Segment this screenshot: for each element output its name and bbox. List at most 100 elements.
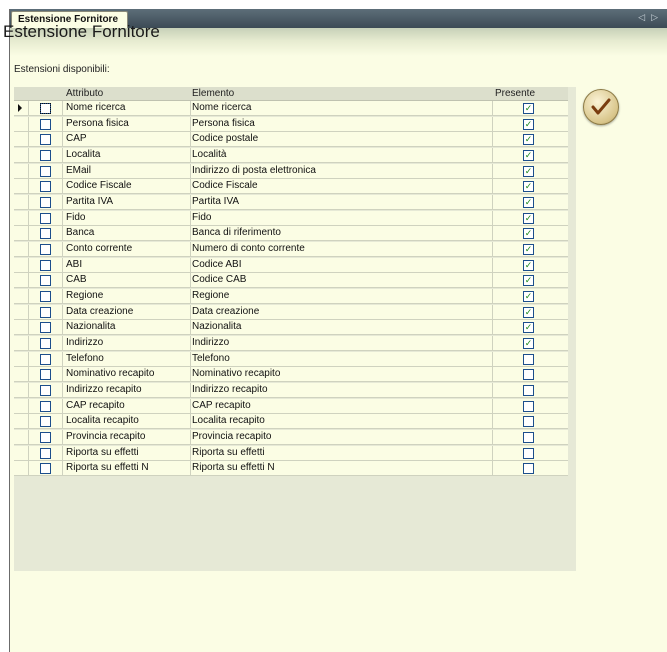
column-header-element[interactable]: Elemento [192,87,234,100]
row-select-checkbox[interactable] [40,385,51,397]
present-checkbox[interactable]: ✓ [523,322,534,334]
table-row[interactable]: Regione Regione ✓ [14,289,568,305]
row-selector[interactable] [14,320,29,335]
table-row[interactable]: Provincia recapito Provincia recapito [14,430,568,446]
row-selector[interactable] [14,101,29,115]
present-checkbox[interactable]: ✓ [523,306,534,318]
table-row[interactable]: Riporta su effetti N Riporta su effetti N [14,461,568,477]
row-selector[interactable] [14,257,29,272]
table-row[interactable]: Fido Fido ✓ [14,210,568,226]
table-row[interactable]: CAP recapito CAP recapito [14,398,568,414]
table-row[interactable]: Telefono Telefono [14,351,568,367]
present-checkbox[interactable]: ✓ [523,118,534,130]
row-select-checkbox[interactable] [40,181,51,193]
confirm-button[interactable] [583,89,619,125]
row-select-checkbox[interactable] [40,322,51,334]
row-selector[interactable] [14,336,29,351]
row-selector[interactable] [14,163,29,178]
row-selector[interactable] [14,445,29,460]
present-checkbox[interactable]: ✓ [523,275,534,287]
table-row[interactable]: Persona fisica Persona fisica ✓ [14,116,568,132]
row-selector[interactable] [14,273,29,288]
table-row[interactable]: Nome ricerca Nome ricerca ✓ [14,101,568,116]
table-row[interactable]: Nazionalita Nazionalita ✓ [14,320,568,336]
present-checkbox[interactable]: ✓ [523,181,534,193]
column-header-attribute[interactable]: Attributo [66,87,103,100]
row-selector[interactable] [14,195,29,210]
present-checkbox[interactable]: ✓ [523,150,534,161]
row-select-checkbox[interactable] [40,244,51,256]
row-selector[interactable] [14,461,29,476]
present-checkbox[interactable] [523,432,534,444]
present-checkbox[interactable] [523,463,534,475]
row-select-checkbox[interactable] [40,150,51,161]
table-row[interactable]: Localita recapito Localita recapito [14,414,568,430]
row-select-checkbox[interactable] [40,400,51,412]
row-selector[interactable] [14,116,29,131]
row-select-checkbox[interactable] [40,416,51,428]
row-select-checkbox[interactable] [40,353,51,365]
present-checkbox[interactable]: ✓ [523,212,534,224]
row-selector[interactable] [14,242,29,257]
table-row[interactable]: ABI Codice ABI ✓ [14,257,568,273]
present-checkbox[interactable] [523,369,534,381]
row-select-checkbox[interactable] [40,447,51,459]
table-row[interactable]: Nominativo recapito Nominativo recapito [14,367,568,383]
row-selector[interactable] [14,430,29,445]
present-checkbox[interactable]: ✓ [523,259,534,271]
table-row[interactable]: Conto corrente Numero di conto corrente ✓ [14,242,568,258]
row-select-checkbox[interactable] [40,291,51,303]
row-select-checkbox[interactable] [40,103,51,114]
present-checkbox[interactable]: ✓ [523,228,534,240]
row-selector[interactable] [14,289,29,304]
tab-scroll-arrows-icon[interactable]: ◁▷ [638,12,664,23]
row-selector[interactable] [14,414,29,429]
row-selector[interactable] [14,367,29,382]
table-row[interactable]: Indirizzo Indirizzo ✓ [14,336,568,352]
present-checkbox[interactable]: ✓ [523,197,534,209]
table-row[interactable]: Localita Località ✓ [14,148,568,163]
row-select-checkbox[interactable] [40,228,51,240]
row-select-checkbox[interactable] [40,432,51,444]
column-header-present[interactable]: Presente [495,87,535,100]
row-selector[interactable] [14,179,29,194]
row-select-checkbox[interactable] [40,259,51,271]
row-selector[interactable] [14,226,29,241]
table-row[interactable]: Codice Fiscale Codice Fiscale ✓ [14,179,568,195]
row-select-checkbox[interactable] [40,212,51,224]
row-select-checkbox[interactable] [40,118,51,130]
row-selector[interactable] [14,148,29,162]
row-select-checkbox[interactable] [40,165,51,177]
row-select-checkbox[interactable] [40,338,51,350]
table-row[interactable]: Partita IVA Partita IVA ✓ [14,195,568,211]
present-checkbox[interactable] [523,400,534,412]
row-select-checkbox[interactable] [40,134,51,146]
row-selector[interactable] [14,132,29,147]
row-select-checkbox[interactable] [40,306,51,318]
present-checkbox[interactable]: ✓ [523,338,534,350]
row-select-checkbox[interactable] [40,369,51,381]
present-checkbox[interactable] [523,447,534,459]
row-select-checkbox[interactable] [40,463,51,475]
table-row[interactable]: Data creazione Data creazione ✓ [14,304,568,320]
present-checkbox[interactable]: ✓ [523,103,534,114]
table-row[interactable]: Riporta su effetti Riporta su effetti [14,445,568,461]
present-checkbox[interactable]: ✓ [523,244,534,256]
row-selector[interactable] [14,351,29,366]
present-checkbox[interactable]: ✓ [523,134,534,146]
table-row[interactable]: CAP Codice postale ✓ [14,132,568,148]
row-select-checkbox[interactable] [40,197,51,209]
present-checkbox[interactable]: ✓ [523,291,534,303]
present-checkbox[interactable] [523,416,534,428]
table-row[interactable]: Indirizzo recapito Indirizzo recapito [14,383,568,399]
table-row[interactable]: Banca Banca di riferimento ✓ [14,226,568,242]
present-checkbox[interactable]: ✓ [523,165,534,177]
present-checkbox[interactable] [523,353,534,365]
table-row[interactable]: CAB Codice CAB ✓ [14,273,568,289]
table-row[interactable]: EMail Indirizzo di posta elettronica ✓ [14,163,568,179]
row-selector[interactable] [14,210,29,225]
row-selector[interactable] [14,398,29,413]
row-selector[interactable] [14,383,29,398]
row-selector[interactable] [14,304,29,319]
row-select-checkbox[interactable] [40,275,51,287]
